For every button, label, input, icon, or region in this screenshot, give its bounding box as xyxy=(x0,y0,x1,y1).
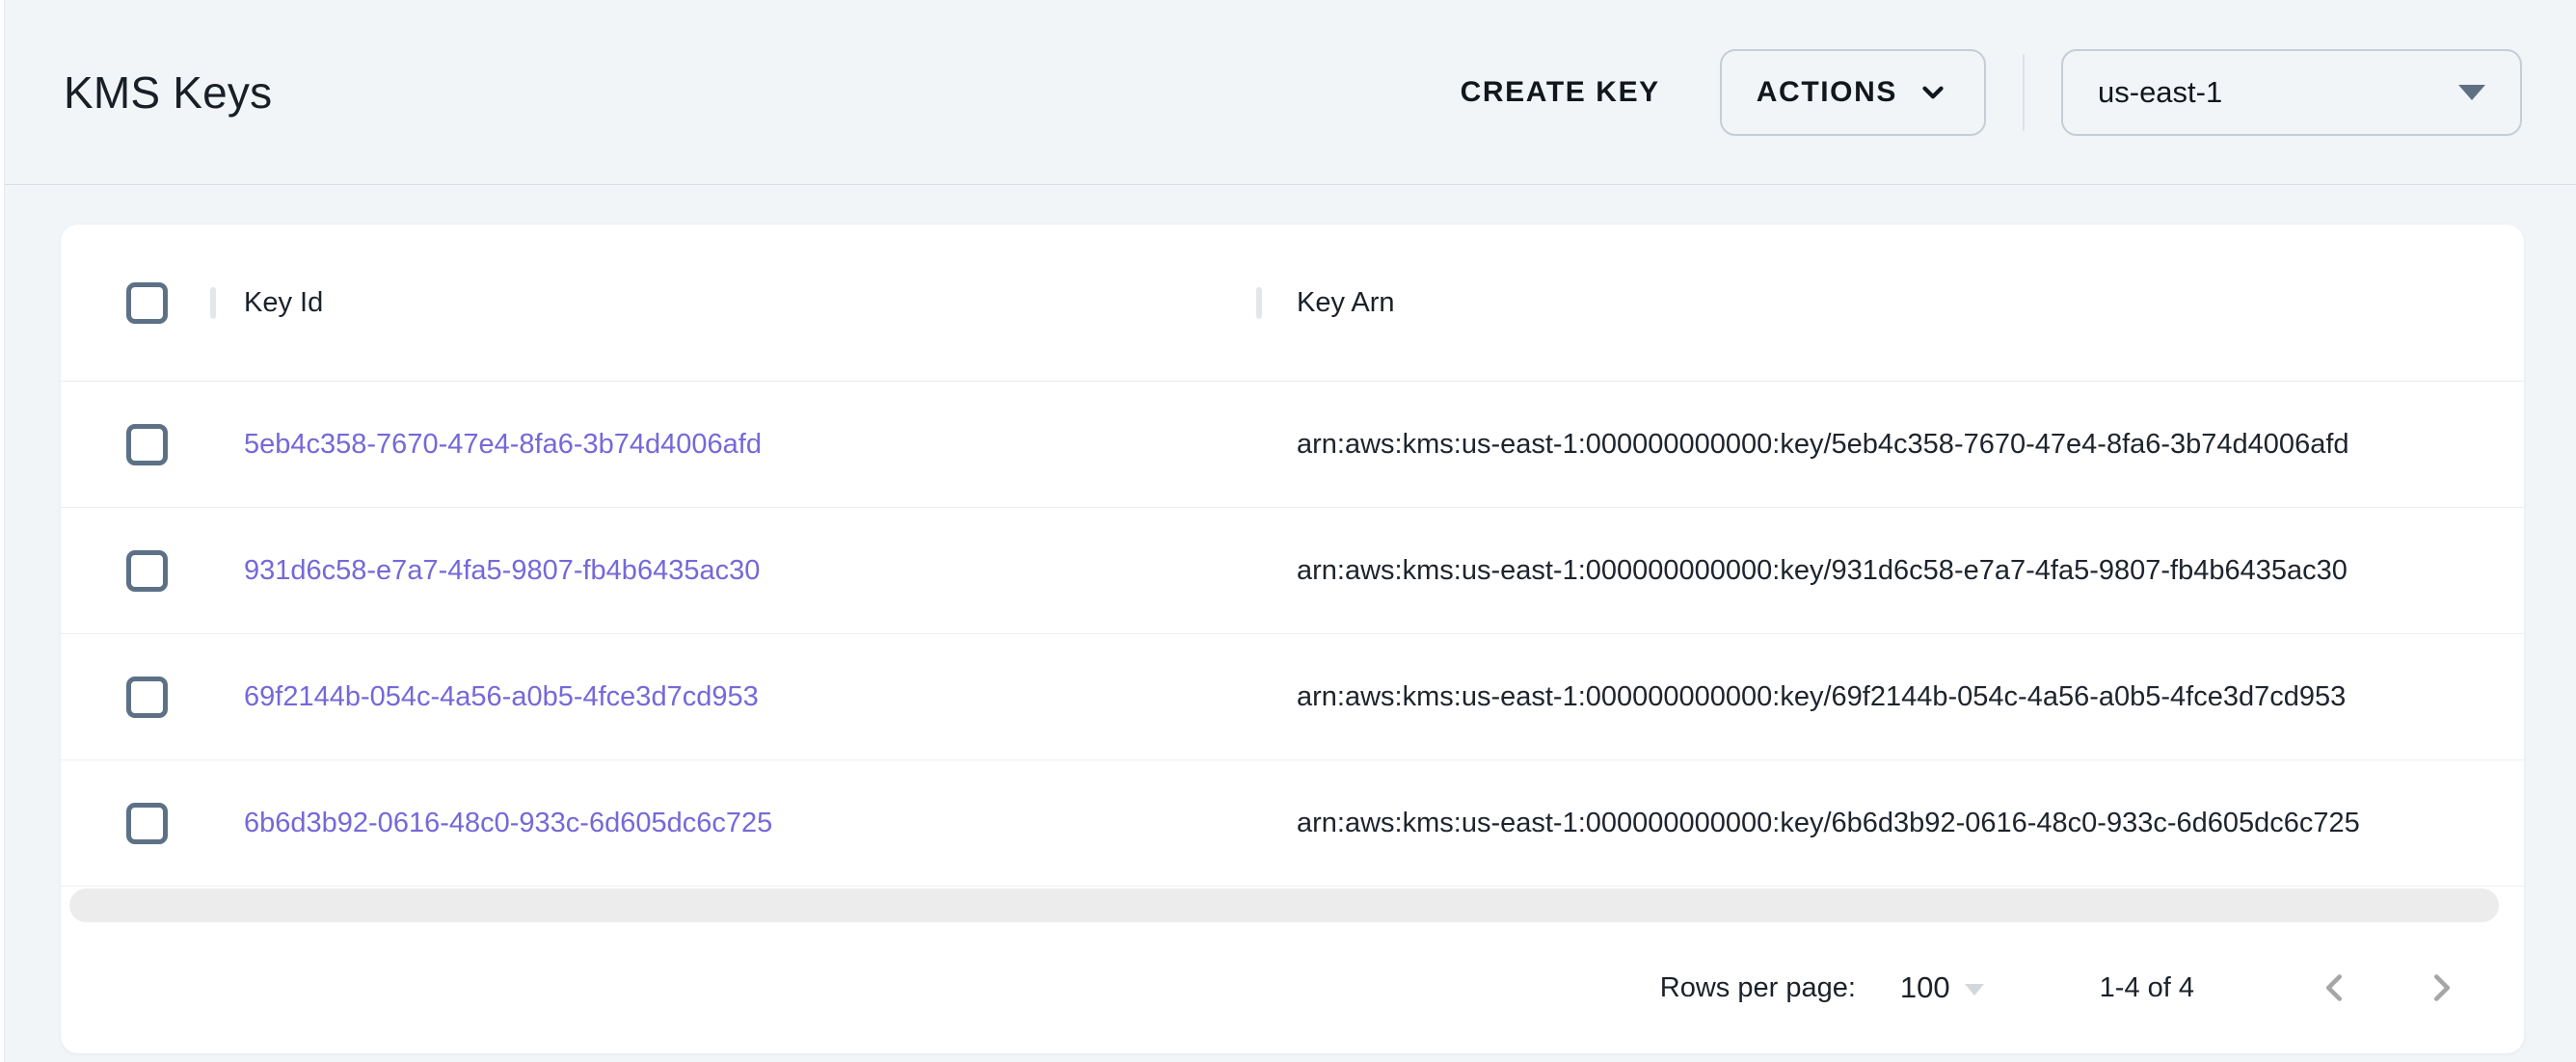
header-divider xyxy=(2023,54,2025,131)
row-checkbox-cell xyxy=(61,803,210,844)
key-id-cell: 931d6c58-e7a7-4fa5-9807-fb4b6435ac30 xyxy=(210,555,1262,587)
column-header-key-arn[interactable]: Key Arn xyxy=(1262,287,2524,319)
row-checkbox-cell xyxy=(61,677,210,718)
page-header: KMS Keys CREATE KEY ACTIONS us-east-1 xyxy=(0,0,2576,185)
pagination-range: 1-4 of 4 xyxy=(2100,972,2194,1004)
table-row: 6b6d3b92-0616-48c0-933c-6d605dc6c725 arn… xyxy=(61,760,2524,887)
key-arn-cell: arn:aws:kms:us-east-1:000000000000:key/9… xyxy=(1262,555,2524,587)
previous-page-button[interactable] xyxy=(2312,966,2356,1010)
next-page-button[interactable] xyxy=(2420,966,2464,1010)
actions-button-label: ACTIONS xyxy=(1757,76,1897,109)
key-arn-value: arn:aws:kms:us-east-1:000000000000:key/6… xyxy=(1297,808,2360,839)
column-header-key-id-label: Key Id xyxy=(244,287,323,319)
header-checkbox-cell xyxy=(61,282,210,324)
key-arn-cell: arn:aws:kms:us-east-1:000000000000:key/5… xyxy=(1262,429,2524,461)
column-header-key-arn-label: Key Arn xyxy=(1297,287,1395,319)
table-row: 69f2144b-054c-4a56-a0b5-4fce3d7cd953 arn… xyxy=(61,634,2524,760)
region-select[interactable]: us-east-1 xyxy=(2061,49,2522,136)
row-checkbox-cell xyxy=(61,424,210,465)
row-checkbox[interactable] xyxy=(126,424,168,465)
chevron-left-icon xyxy=(2312,966,2356,1010)
dropdown-arrow-icon xyxy=(2458,85,2485,100)
key-arn-value: arn:aws:kms:us-east-1:000000000000:key/9… xyxy=(1297,555,2348,587)
key-arn-value: arn:aws:kms:us-east-1:000000000000:key/6… xyxy=(1297,681,2346,713)
key-arn-value: arn:aws:kms:us-east-1:000000000000:key/5… xyxy=(1297,429,2349,461)
row-checkbox[interactable] xyxy=(126,677,168,718)
chevron-down-icon xyxy=(1917,76,1949,109)
key-id-cell: 69f2144b-054c-4a56-a0b5-4fce3d7cd953 xyxy=(210,681,1262,713)
pagination-bar: Rows per page: 100 1-4 of 4 xyxy=(61,922,2524,1053)
left-edge-strip xyxy=(0,0,5,1062)
key-id-link[interactable]: 69f2144b-054c-4a56-a0b5-4fce3d7cd953 xyxy=(244,681,759,713)
rows-per-page-value: 100 xyxy=(1900,970,1950,1005)
row-checkbox[interactable] xyxy=(126,550,168,592)
key-arn-cell: arn:aws:kms:us-east-1:000000000000:key/6… xyxy=(1262,808,2524,839)
caret-down-icon xyxy=(1965,984,1984,996)
page-title: KMS Keys xyxy=(64,66,272,119)
key-arn-cell: arn:aws:kms:us-east-1:000000000000:key/6… xyxy=(1262,681,2524,713)
kms-keys-table-card: Key Id Key Arn 5eb4c358-7670-47e4-8fa6-3… xyxy=(61,225,2524,1053)
key-id-cell: 6b6d3b92-0616-48c0-933c-6d605dc6c725 xyxy=(210,808,1262,839)
rows-per-page-select[interactable]: 100 xyxy=(1900,970,1984,1005)
row-checkbox-cell xyxy=(61,550,210,592)
key-id-link[interactable]: 5eb4c358-7670-47e4-8fa6-3b74d4006afd xyxy=(244,429,762,461)
row-checkbox[interactable] xyxy=(126,803,168,844)
create-key-button[interactable]: CREATE KEY xyxy=(1437,57,1683,128)
select-all-checkbox[interactable] xyxy=(126,282,168,324)
key-id-cell: 5eb4c358-7670-47e4-8fa6-3b74d4006afd xyxy=(210,429,1262,461)
rows-per-page-label: Rows per page: xyxy=(1660,972,1856,1004)
column-header-key-id[interactable]: Key Id xyxy=(216,287,1256,319)
table-row: 5eb4c358-7670-47e4-8fa6-3b74d4006afd arn… xyxy=(61,382,2524,508)
chevron-right-icon xyxy=(2420,966,2464,1010)
scrollbar-thumb[interactable] xyxy=(69,889,2499,922)
horizontal-scrollbar[interactable] xyxy=(69,889,2499,922)
header-actions: CREATE KEY ACTIONS us-east-1 xyxy=(1437,49,2522,136)
table-header-row: Key Id Key Arn xyxy=(61,225,2524,382)
key-id-link[interactable]: 931d6c58-e7a7-4fa5-9807-fb4b6435ac30 xyxy=(244,555,760,587)
region-select-value: us-east-1 xyxy=(2098,75,2222,110)
actions-button[interactable]: ACTIONS xyxy=(1720,49,1986,136)
key-id-link[interactable]: 6b6d3b92-0616-48c0-933c-6d605dc6c725 xyxy=(244,808,772,839)
table-row: 931d6c58-e7a7-4fa5-9807-fb4b6435ac30 arn… xyxy=(61,508,2524,634)
